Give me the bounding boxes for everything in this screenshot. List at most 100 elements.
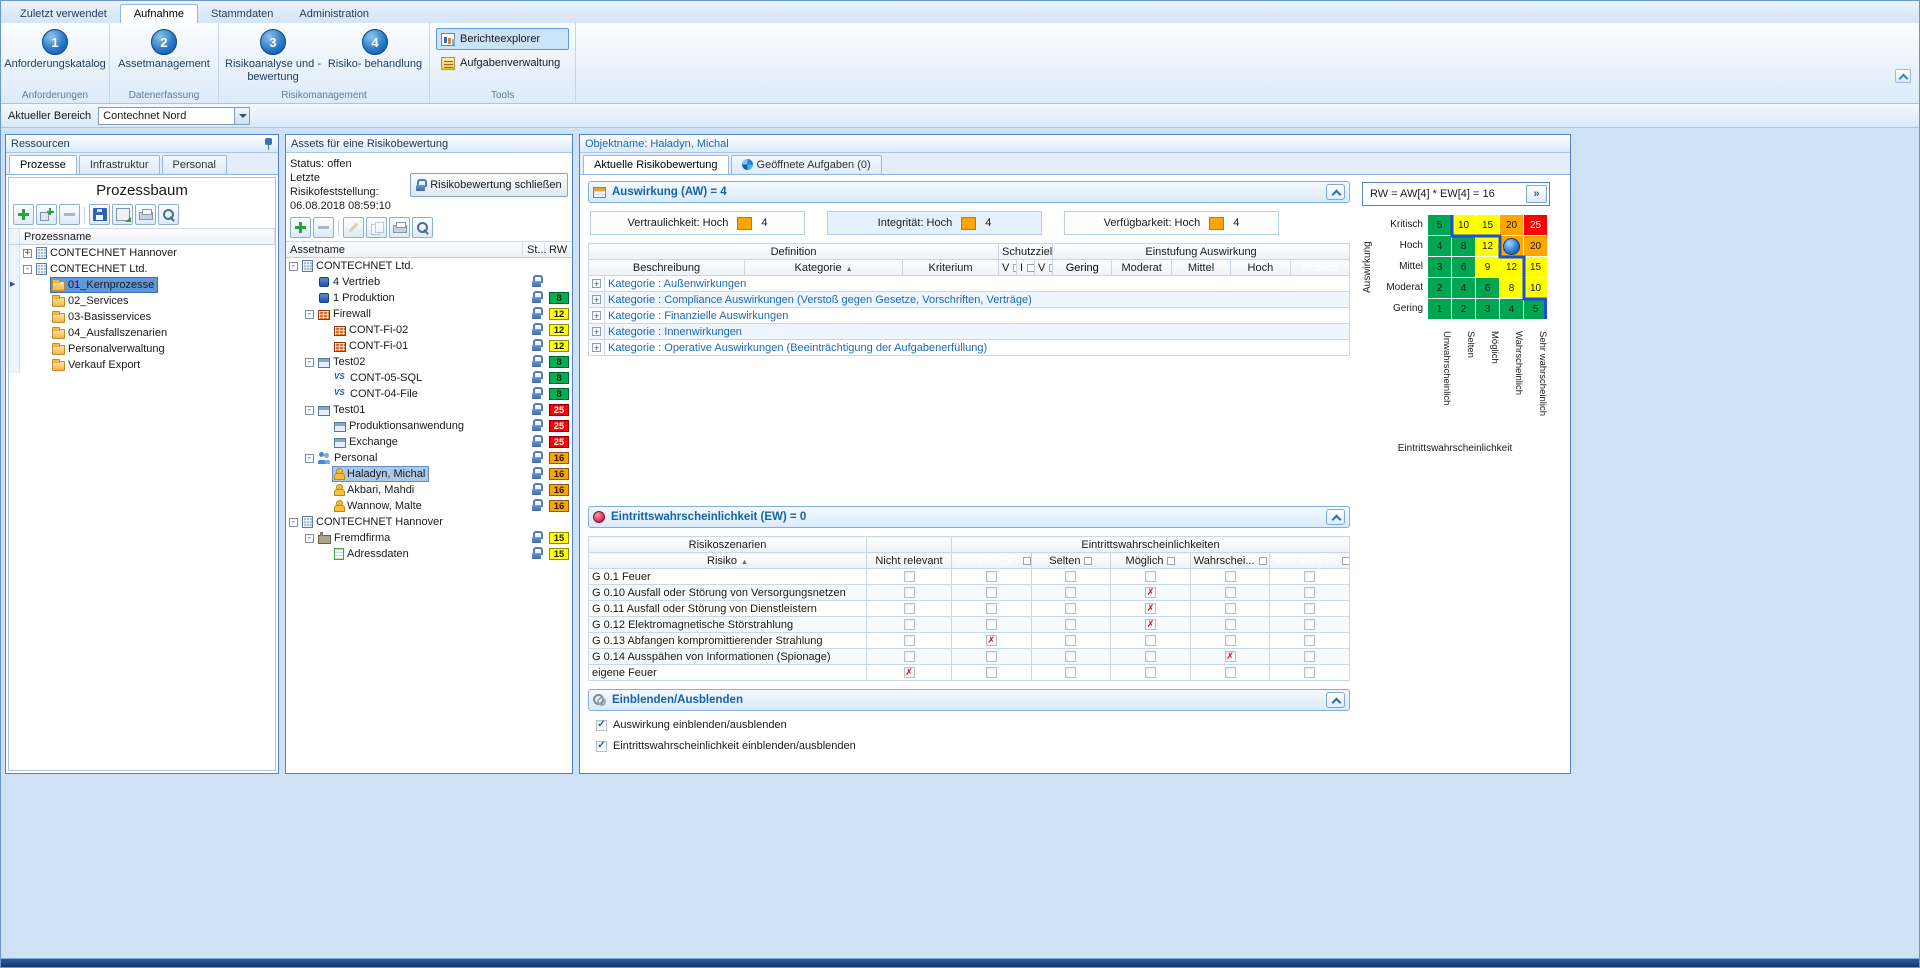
category-row[interactable]: Kategorie : Finanzielle Auswirkungen — [589, 308, 1350, 324]
tree-node[interactable]: Verkauf Export — [51, 358, 143, 372]
risiko-column[interactable]: Risiko — [589, 553, 867, 569]
moeglich-checkbox[interactable] — [1145, 667, 1156, 678]
chevron-down-icon[interactable] — [234, 108, 249, 124]
checkbox-icon[interactable] — [1027, 264, 1034, 272]
category-row[interactable]: Kategorie : Compliance Auswirkungen (Ver… — [589, 292, 1350, 308]
tree-node[interactable]: 01_Kernprozesse — [51, 278, 157, 292]
add-child-button[interactable] — [36, 204, 57, 225]
expand-icon[interactable] — [592, 295, 601, 304]
moeglich-checkbox[interactable] — [1145, 651, 1156, 662]
tree-node[interactable]: 03-Basisservices — [51, 310, 154, 324]
category-label[interactable]: Kategorie : Compliance Auswirkungen (Ver… — [608, 294, 1032, 306]
asset-tree-row[interactable]: - Firewall 12 — [286, 306, 572, 322]
asset-tree-row[interactable]: - Test02 8 — [286, 354, 572, 370]
tree-expander-icon[interactable]: - — [289, 262, 298, 271]
tree-expander-icon[interactable]: + — [23, 249, 32, 258]
print-button[interactable] — [389, 217, 410, 238]
asset-node[interactable]: Firewall — [317, 307, 374, 321]
assetmanagement-button[interactable]: 2 Assetmanagement — [116, 25, 212, 71]
wahrscheinlich-checkbox[interactable] — [1225, 667, 1236, 678]
selten-checkbox[interactable] — [1065, 619, 1076, 630]
selten-checkbox[interactable] — [1065, 635, 1076, 646]
process-tree-row[interactable]: 03-Basisservices — [9, 309, 275, 325]
level-hoch-header[interactable]: Hoch — [1231, 260, 1290, 276]
tree-node[interactable]: 04_Ausfallszenarien — [51, 326, 170, 340]
sehr-wahrscheinlich-checkbox[interactable] — [1304, 635, 1315, 646]
sehr-wahrscheinlich-checkbox[interactable] — [1304, 651, 1315, 662]
collapse-einblenden-button[interactable] — [1326, 692, 1345, 708]
unwahrscheinlich-checkbox[interactable] — [986, 587, 997, 598]
print-button[interactable] — [135, 204, 156, 225]
process-tree-row[interactable]: 02_Services — [9, 293, 275, 309]
level-moderat-header[interactable]: Moderat — [1112, 260, 1171, 276]
checkbox-icon[interactable] — [1342, 557, 1349, 565]
process-tree-row[interactable]: 04_Ausfallszenarien — [9, 325, 275, 341]
asset-node[interactable]: Haladyn, Michal — [333, 467, 428, 481]
tree-expander-icon[interactable]: - — [305, 454, 314, 463]
asset-tree-row[interactable]: Akbari, Mahdi 16 — [286, 482, 572, 498]
selten-checkbox[interactable] — [1065, 571, 1076, 582]
expand-icon[interactable] — [592, 279, 601, 288]
collapse-ew-button[interactable] — [1326, 509, 1345, 525]
asset-tree-row[interactable]: Wannow, Malte 16 — [286, 498, 572, 514]
asset-tree-row[interactable]: Adressdaten 15 — [286, 546, 572, 562]
object-tab[interactable]: Aktuelle Risikobewertung — [583, 155, 729, 174]
tree-node[interactable]: CONTECHNET Ltd. — [35, 262, 151, 276]
add-asset-button[interactable] — [290, 217, 311, 238]
option-checkbox[interactable]: ✓ — [596, 741, 607, 752]
asset-node[interactable]: CONTECHNET Ltd. — [301, 259, 417, 273]
risk-scenario-row[interactable]: G 0.13 Abfangen kompromittierender Strah… — [589, 633, 1350, 649]
risk-scenario-row[interactable]: eigene Feuer ✗ — [589, 665, 1350, 681]
risikobehandlung-button[interactable]: 4 Risiko- behandlung — [327, 25, 423, 71]
asset-tree-row[interactable]: - CONTECHNET Ltd. — [286, 258, 572, 274]
asset-node[interactable]: CONT-Fi-01 — [333, 339, 411, 353]
tree-node[interactable]: Personalverwaltung — [51, 342, 168, 356]
checkbox-icon[interactable] — [1084, 557, 1092, 565]
asset-node[interactable]: CONT-05-SQL — [333, 371, 425, 385]
sehr-wahrscheinlich-checkbox[interactable] — [1304, 571, 1315, 582]
process-tree-row[interactable]: - CONTECHNET Ltd. — [9, 261, 275, 277]
nicht-relevant-checkbox[interactable]: ✗ — [904, 667, 915, 678]
asset-tree-row[interactable]: CONT-Fi-01 12 — [286, 338, 572, 354]
wahrscheinlich-checkbox[interactable] — [1225, 571, 1236, 582]
asset-node[interactable]: Test02 — [317, 355, 368, 369]
asset-tree-row[interactable]: Haladyn, Michal 16 — [286, 466, 572, 482]
object-tab[interactable]: Geöffnete Aufgaben (0) — [731, 155, 882, 174]
ressourcen-tab[interactable]: Personal — [162, 155, 227, 174]
asset-node[interactable]: Test01 — [317, 403, 368, 417]
sehr-wahrscheinlich-checkbox[interactable] — [1304, 667, 1315, 678]
tree-expander-icon[interactable]: - — [289, 518, 298, 527]
kategorie-column[interactable]: Kategorie — [745, 260, 903, 276]
unwahrscheinlich-checkbox[interactable]: ✗ — [986, 635, 997, 646]
beschreibung-column[interactable]: Beschreibung — [589, 260, 745, 276]
pin-icon[interactable] — [264, 138, 273, 150]
ribbon-tab[interactable]: Zuletzt verwendet — [7, 5, 120, 23]
expand-icon[interactable] — [592, 327, 601, 336]
nicht-relevant-checkbox[interactable] — [904, 651, 915, 662]
risk-scenario-row[interactable]: G 0.1 Feuer — [589, 569, 1350, 585]
tree-expander-icon[interactable]: - — [23, 265, 32, 274]
selten-checkbox[interactable] — [1065, 651, 1076, 662]
level-gering-header[interactable]: Gering — [1053, 260, 1112, 276]
sehr-wahrscheinlich-checkbox[interactable] — [1304, 587, 1315, 598]
ew-selten-header[interactable]: Selten — [1031, 553, 1111, 569]
sehr-wahrscheinlich-checkbox[interactable] — [1304, 603, 1315, 614]
ew-wahrscheinlich-header[interactable]: Wahrschei... — [1190, 553, 1270, 569]
asset-tree-row[interactable]: - Test01 25 — [286, 402, 572, 418]
search-button[interactable] — [412, 217, 433, 238]
export-button[interactable] — [112, 204, 133, 225]
asset-node[interactable]: CONTECHNET Hannover — [301, 515, 446, 529]
save-button[interactable] — [89, 204, 110, 225]
ribbon-tab[interactable]: Aufnahme — [120, 4, 198, 23]
process-tree-row[interactable]: Personalverwaltung — [9, 341, 275, 357]
wahrscheinlich-checkbox[interactable]: ✗ — [1225, 651, 1236, 662]
asset-tree-row[interactable]: Exchange 25 — [286, 434, 572, 450]
category-label[interactable]: Kategorie : Außenwirkungen — [608, 278, 746, 290]
prozessname-column[interactable]: Prozessname — [20, 229, 275, 244]
process-tree-row[interactable]: + CONTECHNET Hannover — [9, 245, 275, 261]
tree-node[interactable]: CONTECHNET Hannover — [35, 246, 180, 260]
process-tree-row[interactable]: Verkauf Export — [9, 357, 275, 373]
expand-matrix-button[interactable] — [1526, 185, 1547, 203]
integritaet-column[interactable]: I — [1017, 260, 1035, 276]
expand-icon[interactable] — [592, 343, 601, 352]
